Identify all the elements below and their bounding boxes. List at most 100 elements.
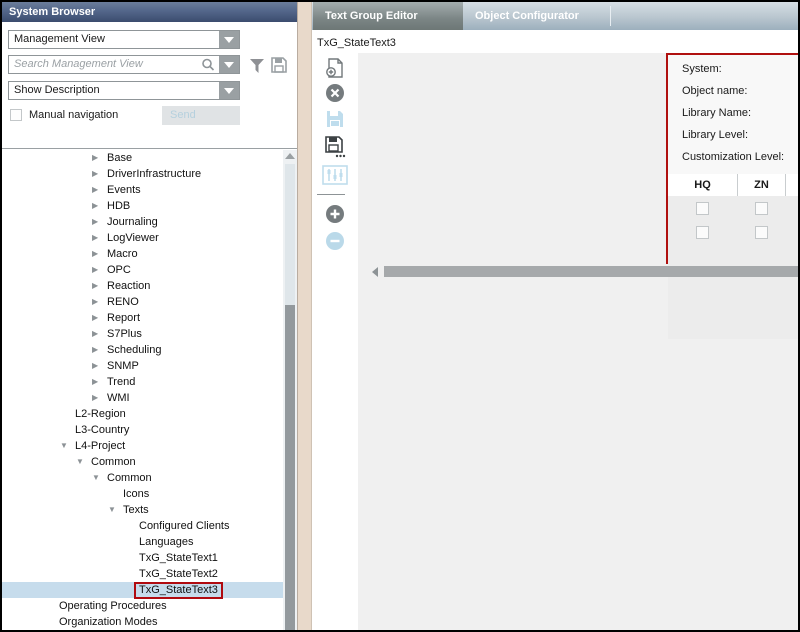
collapsed-arrow-icon[interactable]: ▶ [92,326,107,342]
h-scrollbar-thumb[interactable] [384,266,798,277]
tree-item-reaction[interactable]: ▶Reaction [2,278,283,294]
collapsed-arrow-icon[interactable]: ▶ [92,358,107,374]
tree-item-common[interactable]: ▼Common [2,470,283,486]
collapsed-arrow-icon[interactable]: ▶ [92,390,107,406]
tree-item-scheduling[interactable]: ▶Scheduling [2,342,283,358]
collapsed-arrow-icon[interactable]: ▶ [92,278,107,294]
zn-checkbox[interactable] [755,226,768,239]
tree-item-txg-statetext2[interactable]: TxG_StateText2 [2,566,283,582]
scroll-left-icon[interactable] [372,267,378,277]
expanded-arrow-icon[interactable]: ▼ [108,502,123,518]
editor-panel: Text Group Editor Object Configurator Tx… [312,2,798,630]
save-icon[interactable] [320,109,350,131]
tree-item-label: LogViewer [107,232,159,244]
add-icon[interactable] [320,204,350,226]
tree-item-label: SNMP [107,360,139,372]
tree-item-txg-statetext1[interactable]: TxG_StateText1 [2,550,283,566]
scrollbar-thumb[interactable] [285,305,295,630]
hq-checkbox[interactable] [696,202,709,215]
search-input[interactable]: Search Management View [8,55,240,74]
tree-item-hdb[interactable]: ▶HDB [2,198,283,214]
property-row: System:System1 [682,63,722,83]
tab-text-group-editor[interactable]: Text Group Editor [313,2,463,30]
collapsed-arrow-icon[interactable]: ▶ [92,182,107,198]
tree-item-label: Report [107,312,140,324]
tree-item-wmi[interactable]: ▶WMI [2,390,283,406]
tree-item-label: Configured Clients [139,520,230,532]
tree-item-operating-procedures[interactable]: Operating Procedures [2,598,283,614]
tree-item-report[interactable]: ▶Report [2,310,283,326]
manual-navigation-checkbox[interactable] [10,109,22,121]
tree-item-common[interactable]: ▼Common [2,454,283,470]
tree-item-l2-region[interactable]: L2-Region [2,406,283,422]
collapsed-arrow-icon[interactable]: ▶ [92,166,107,182]
collapsed-arrow-icon[interactable]: ▶ [92,214,107,230]
expanded-arrow-icon[interactable]: ▼ [92,470,107,486]
tree-item-trend[interactable]: ▶Trend [2,374,283,390]
tree-item-icons[interactable]: Icons [2,486,283,502]
expanded-arrow-icon[interactable]: ▼ [60,438,75,454]
scroll-up-icon[interactable] [285,153,295,159]
tree-item-s7plus[interactable]: ▶S7Plus [2,326,283,342]
tree-item-opc[interactable]: ▶OPC [2,262,283,278]
send-button[interactable]: Send [162,106,240,125]
chevron-down-icon[interactable] [219,56,239,73]
tree-item-texts[interactable]: ▼Texts [2,502,283,518]
table-horizontal-scrollbar[interactable] [368,266,798,278]
tree-item-label: RENO [107,296,139,308]
tree-item-txg-statetext3[interactable]: TxG_StateText3 [2,582,283,598]
tree-item-macro[interactable]: ▶Macro [2,246,283,262]
property-label: System: [682,63,722,75]
tree-item-languages[interactable]: Languages [2,534,283,550]
remove-icon[interactable] [320,231,350,253]
view-dropdown[interactable]: Management View [8,30,240,49]
search-placeholder: Search Management View [14,58,143,70]
tree-item-driverinfrastructure[interactable]: ▶DriverInfrastructure [2,166,283,182]
expanded-arrow-icon[interactable]: ▼ [76,454,91,470]
save-filter-icon[interactable] [270,56,288,74]
tree-item-organization-modes[interactable]: Organization Modes [2,614,283,630]
collapsed-arrow-icon[interactable]: ▶ [92,262,107,278]
tree-scrollbar[interactable] [283,150,297,630]
save-as-icon[interactable] [320,135,350,157]
collapsed-arrow-icon[interactable]: ▶ [92,150,107,166]
tree-item-label: Organization Modes [59,616,157,628]
collapsed-arrow-icon[interactable]: ▶ [92,310,107,326]
tree: ▶Base▶DriverInfrastructure▶Events▶HDB▶Jo… [2,150,283,630]
tree-item-label: HDB [107,200,130,212]
collapsed-arrow-icon[interactable]: ▶ [92,230,107,246]
tree-item-l3-country[interactable]: L3-Country [2,422,283,438]
property-label: Object name: [682,85,747,97]
new-document-icon[interactable] [320,57,350,79]
text-group-table: HQZNRCPRValueColorIconen-US ✓0In✓1Out [668,174,800,339]
chevron-down-icon[interactable] [219,31,239,48]
tree-item-events[interactable]: ▶Events [2,182,283,198]
table-empty-area [668,244,800,339]
tree-item-configured-clients[interactable]: Configured Clients [2,518,283,534]
tab-object-configurator[interactable]: Object Configurator [463,2,604,30]
collapsed-arrow-icon[interactable]: ▶ [92,294,107,310]
hq-checkbox[interactable] [696,226,709,239]
description-dropdown[interactable]: Show Description [8,81,240,100]
property-row: Library Level:Project [682,129,748,149]
text-group-settings-icon[interactable] [320,165,350,187]
collapsed-arrow-icon[interactable]: ▶ [92,374,107,390]
tree-item-journaling[interactable]: ▶Journaling [2,214,283,230]
tree-item-logviewer[interactable]: ▶LogViewer [2,230,283,246]
chevron-down-icon[interactable] [219,82,239,99]
panel-splitter[interactable] [297,2,312,630]
zn-checkbox[interactable] [755,202,768,215]
tree-item-base[interactable]: ▶Base [2,150,283,166]
delete-icon[interactable] [320,83,350,105]
collapsed-arrow-icon[interactable]: ▶ [92,246,107,262]
collapsed-arrow-icon[interactable]: ▶ [92,198,107,214]
filter-funnel-icon[interactable] [248,57,266,75]
tab-bar: Text Group Editor Object Configurator [312,2,798,30]
tree-item-snmp[interactable]: ▶SNMP [2,358,283,374]
collapsed-arrow-icon[interactable]: ▶ [92,342,107,358]
tree-item-label: Common [107,472,152,484]
tree-item-l4-project[interactable]: ▼L4-Project [2,438,283,454]
tree-item-label: Operating Procedures [59,600,167,612]
tree-item-reno[interactable]: ▶RENO [2,294,283,310]
tree-item-label: DriverInfrastructure [107,168,201,180]
